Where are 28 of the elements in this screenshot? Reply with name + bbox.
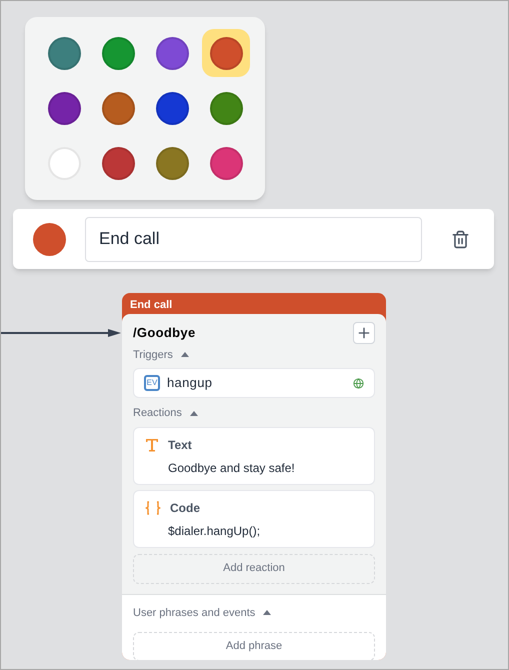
plus-icon [356, 324, 372, 340]
reaction-body: $dialer.hangUp(); [168, 522, 262, 540]
node-header: End call [129, 298, 174, 313]
section-label: Reactions [133, 406, 182, 421]
reaction-card[interactable]: Code $dialer.hangUp(); [133, 490, 375, 548]
section-label: Triggers [133, 348, 173, 362]
trigger-name: hangup [167, 374, 214, 392]
braces-icon [145, 500, 161, 514]
reaction-body: Goodbye and stay safe! [168, 460, 296, 476]
add-phrase-button[interactable]: Add phrase [133, 632, 375, 660]
name-field[interactable]: End call [85, 216, 422, 262]
trigger-item[interactable]: EV hangup [133, 368, 375, 398]
collapse-caret-icon[interactable] [190, 410, 198, 416]
reaction-card[interactable]: Text Goodbye and stay safe! [133, 426, 375, 484]
add-button[interactable] [353, 322, 375, 344]
state-name: /Goodbye [133, 324, 196, 342]
section-label: User phrases and events [133, 606, 256, 620]
trash-icon [451, 230, 470, 248]
text-icon [145, 438, 159, 452]
color-swatch[interactable] [202, 29, 250, 77]
globe-icon [353, 378, 364, 388]
event-badge: EV [144, 375, 160, 391]
add-reaction-button[interactable]: Add reaction [133, 554, 375, 584]
collapse-caret-icon[interactable] [180, 352, 189, 358]
collapse-caret-icon[interactable] [263, 610, 272, 616]
reaction-title: Text [168, 436, 192, 454]
color-picker-button[interactable] [33, 222, 66, 256]
reaction-title: Code [170, 500, 200, 516]
